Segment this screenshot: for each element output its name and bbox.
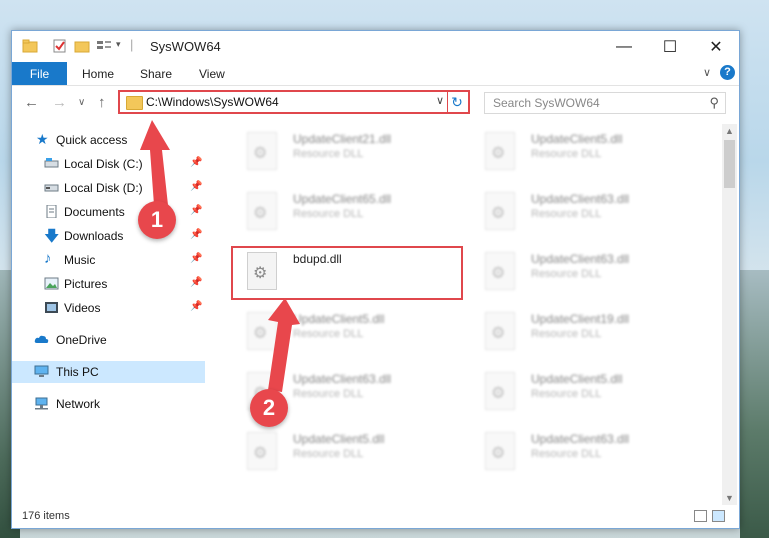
arrow-1 bbox=[140, 120, 170, 205]
callout-step-1: 1 bbox=[138, 201, 176, 239]
annotation-arrows bbox=[140, 120, 300, 392]
callout-step-2: 2 bbox=[250, 389, 288, 427]
arrow-2 bbox=[268, 298, 300, 392]
